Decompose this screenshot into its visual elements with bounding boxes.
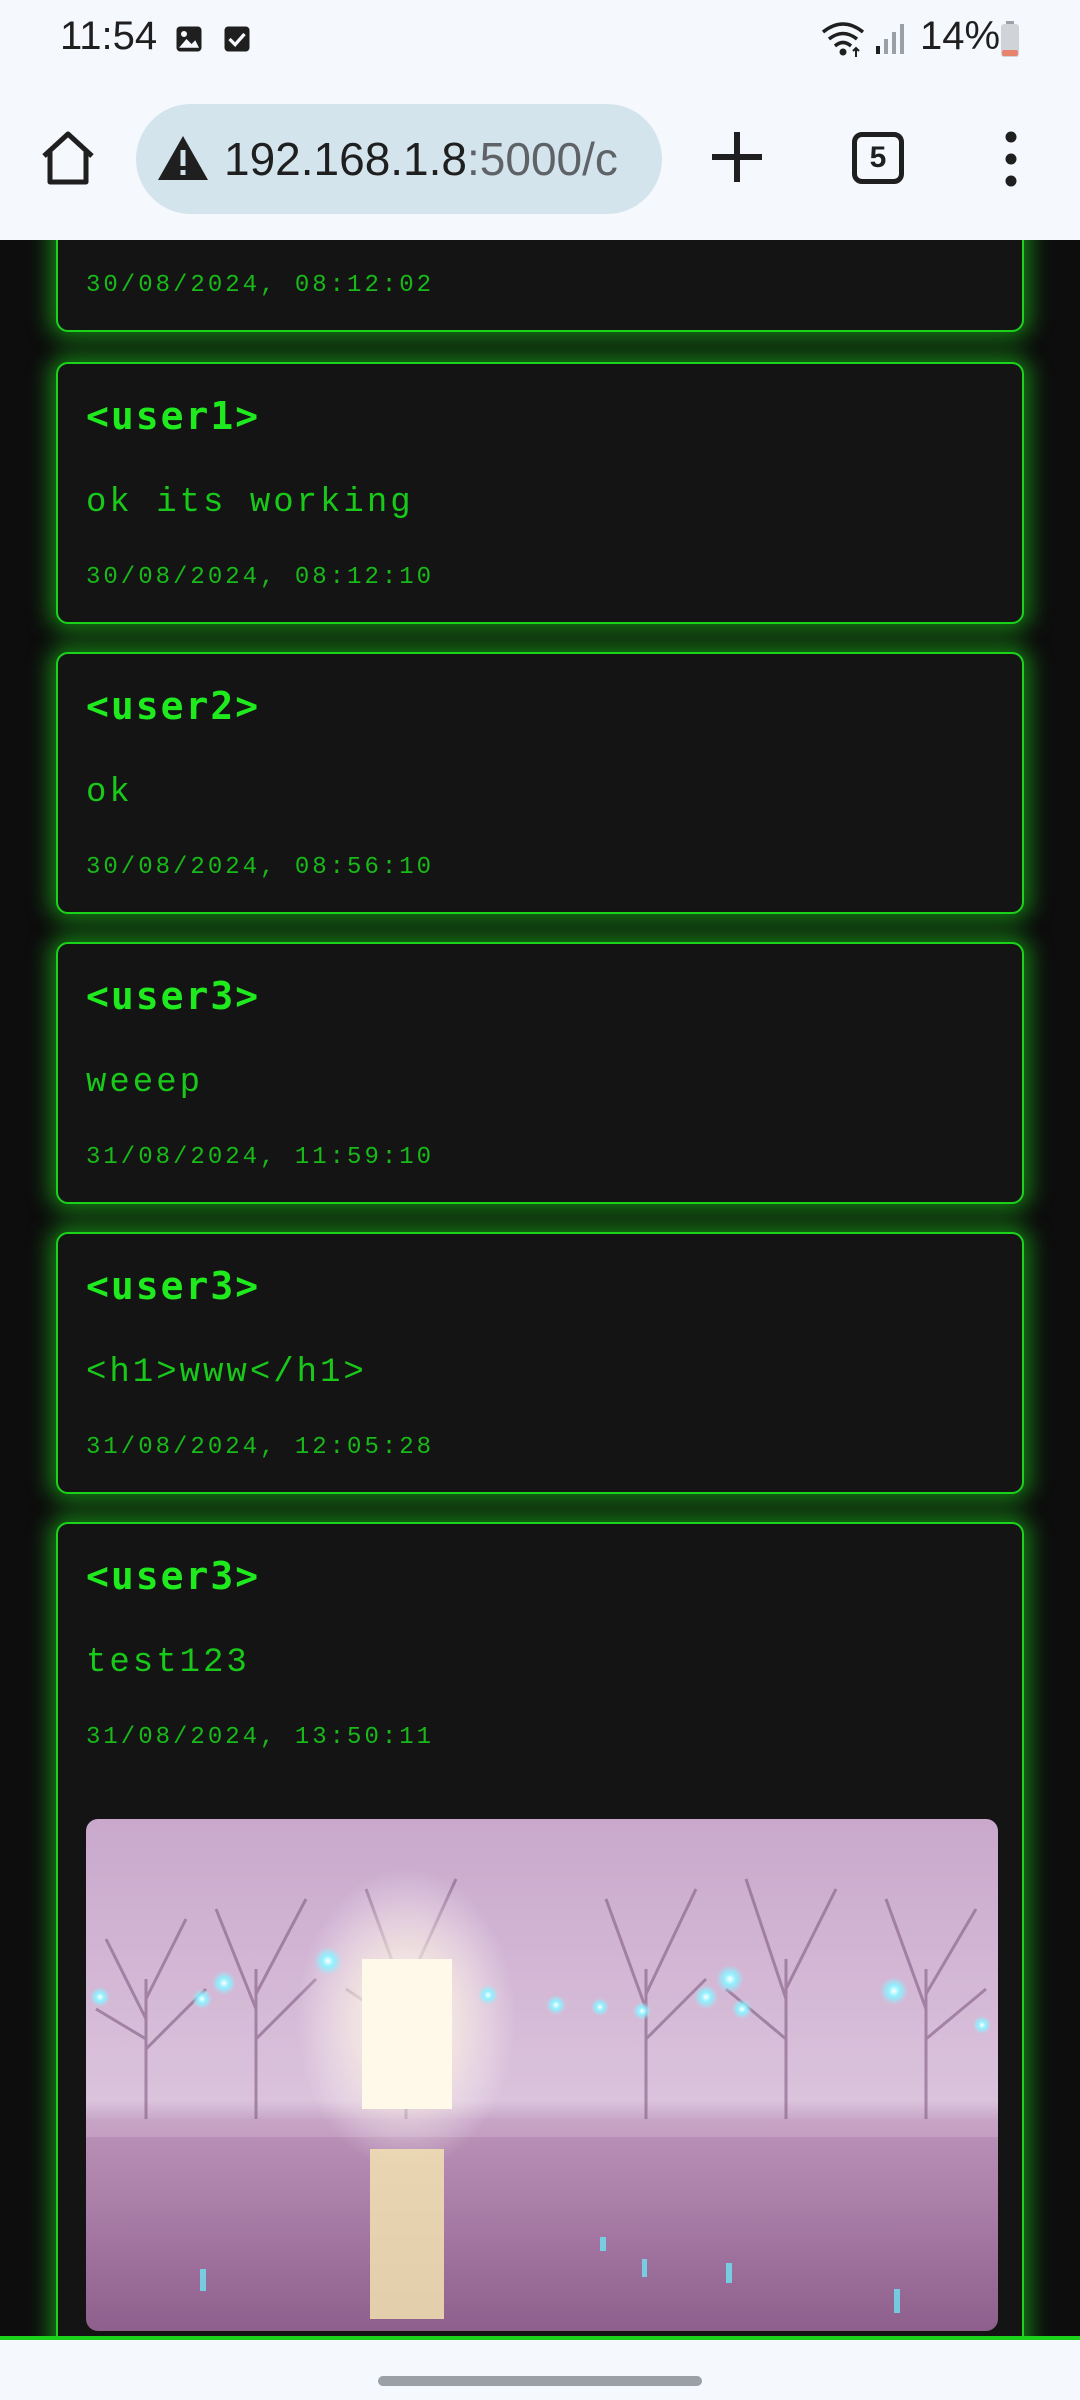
url-text[interactable]: 192.168.1.8:5000/c — [224, 132, 654, 186]
message-image[interactable] — [86, 1819, 998, 2331]
message-card: <user3> weeep 31/08/2024, 11:59:10 — [56, 942, 1024, 1204]
status-time: 11:54 — [60, 14, 158, 58]
url-path: :5000/c — [467, 133, 618, 185]
message-text: test123 — [86, 1644, 250, 1682]
warning-icon[interactable] — [156, 134, 210, 182]
battery-icon — [1001, 21, 1019, 57]
message-username: <user3> — [86, 1264, 261, 1308]
gallery-icon — [176, 26, 202, 52]
home-icon[interactable] — [36, 126, 100, 190]
browser-toolbar: 192.168.1.8:5000/c 5 — [0, 78, 1080, 240]
message-username: <user3> — [86, 974, 261, 1018]
status-bar: 11:54 14% — [0, 0, 1080, 78]
wifi-icon — [821, 22, 865, 57]
message-text: ok its working — [86, 484, 414, 522]
message-card: <user3> test123 31/08/2024, 13:50:11 — [56, 1522, 1024, 2336]
check-box-icon — [224, 26, 250, 52]
tab-switcher-button[interactable]: 5 — [852, 132, 904, 184]
message-timestamp: 31/08/2024, 12:05:28 — [86, 1434, 435, 1461]
message-text: ok — [86, 774, 133, 812]
more-vert-icon[interactable] — [996, 128, 1026, 190]
message-text: weeep — [86, 1064, 204, 1102]
chat-page[interactable]: 30/08/2024, 08:12:02 <user1> ok its work… — [0, 240, 1080, 2336]
url-host: 192.168.1.8 — [224, 133, 468, 185]
message-text: <h1>www</h1> — [86, 1354, 367, 1392]
message-username: <user2> — [86, 684, 261, 728]
message-card: 30/08/2024, 08:12:02 — [56, 240, 1024, 332]
message-timestamp: 31/08/2024, 11:59:10 — [86, 1144, 435, 1171]
forest-portal-image — [86, 1819, 998, 2331]
message-card: <user1> ok its working 30/08/2024, 08:12… — [56, 362, 1024, 624]
message-username: <user1> — [86, 394, 261, 438]
message-timestamp: 30/08/2024, 08:12:10 — [86, 564, 435, 591]
address-bar[interactable]: 192.168.1.8:5000/c — [136, 104, 662, 214]
system-nav-bar — [0, 2340, 1080, 2400]
battery-percent: 14% — [920, 14, 1001, 58]
message-card: <user2> ok 30/08/2024, 08:56:10 — [56, 652, 1024, 914]
message-timestamp: 30/08/2024, 08:12:02 — [86, 272, 435, 299]
message-timestamp: 30/08/2024, 08:56:10 — [86, 854, 435, 881]
signal-icon — [876, 24, 904, 54]
gesture-handle[interactable] — [378, 2376, 702, 2386]
message-card: <user3> <h1>www</h1> 31/08/2024, 12:05:2… — [56, 1232, 1024, 1494]
message-timestamp: 31/08/2024, 13:50:11 — [86, 1724, 435, 1751]
message-username: <user3> — [86, 1554, 261, 1598]
plus-icon[interactable] — [706, 126, 768, 188]
